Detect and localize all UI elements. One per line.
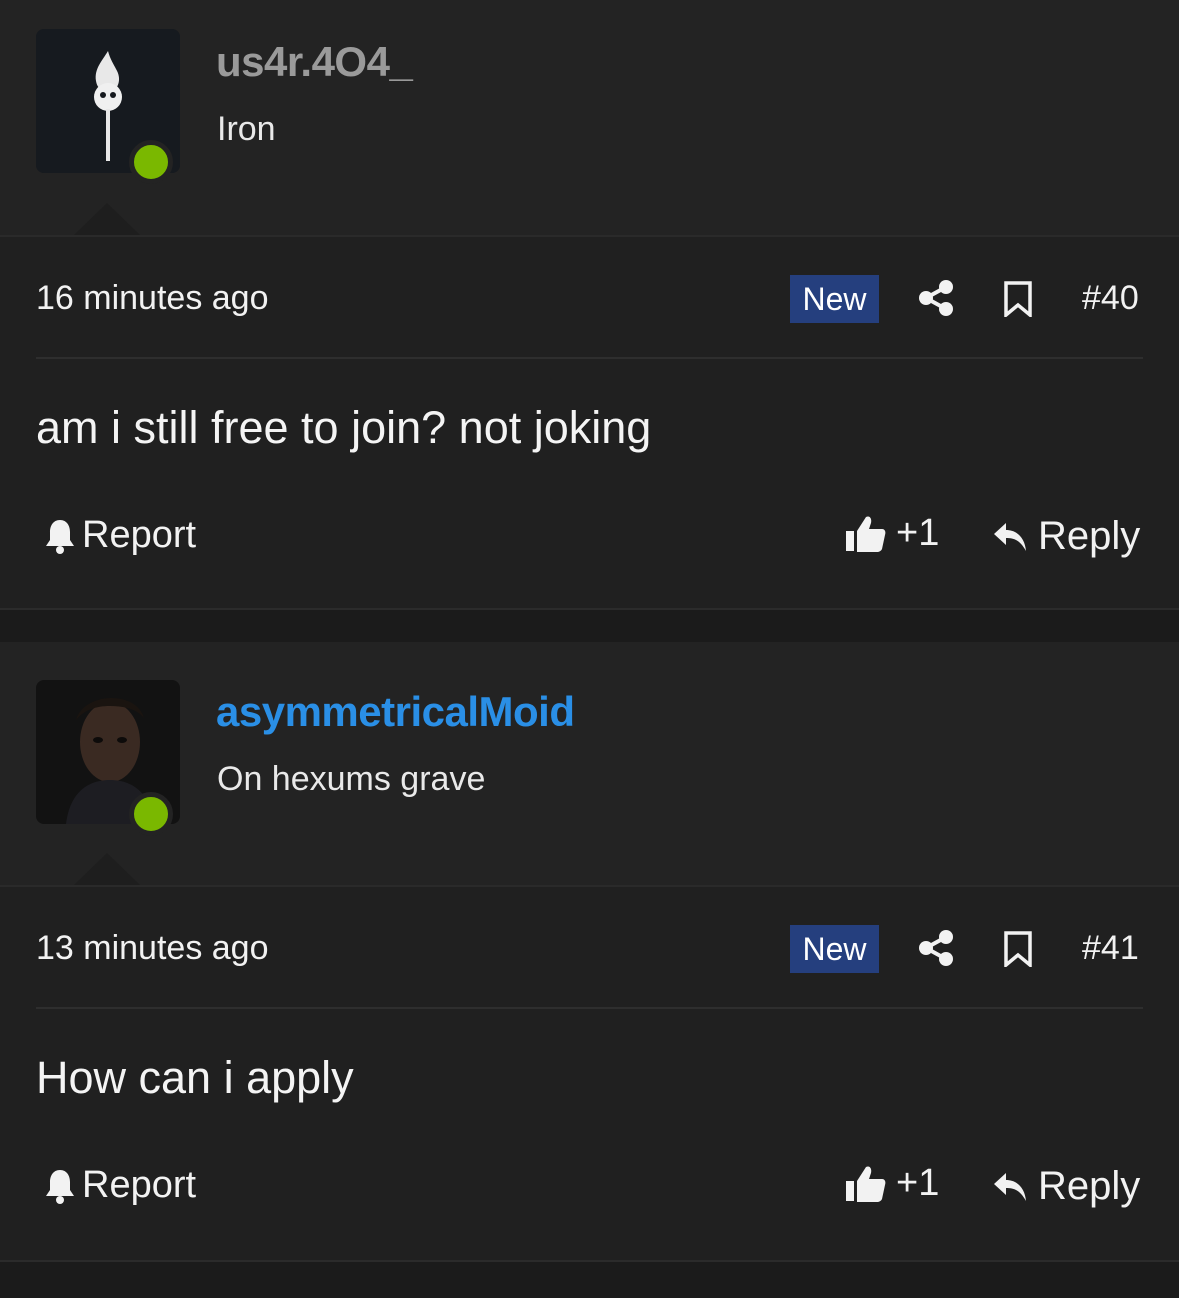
reply-arrow-icon (994, 522, 1026, 551)
share-icon[interactable] (918, 279, 954, 317)
post-41: asymmetricalMoid On hexums grave 13 minu… (0, 642, 1179, 1262)
like-count: +1 (896, 1162, 940, 1204)
post-number-link[interactable]: #40 (1082, 279, 1139, 318)
report-button[interactable]: Report (44, 1164, 196, 1207)
bookmark-icon[interactable] (1002, 281, 1034, 317)
post-actions: Report +1 Reply (36, 512, 1143, 562)
post-timestamp[interactable]: 13 minutes ago (36, 929, 269, 968)
post-meta: 13 minutes ago New #41 (36, 925, 1143, 1009)
bell-icon (46, 519, 74, 554)
like-count: +1 (896, 512, 940, 554)
report-button[interactable]: Report (44, 514, 196, 557)
username[interactable]: asymmetricalMoid (216, 688, 575, 736)
post-message: am i still free to join? not joking (36, 402, 652, 453)
reply-label: Reply (1038, 1164, 1141, 1208)
post-body: 13 minutes ago New #41 How can i apply R… (0, 885, 1179, 1262)
post-timestamp[interactable]: 16 minutes ago (36, 279, 269, 318)
post-header: asymmetricalMoid On hexums grave (0, 642, 1179, 885)
reply-label: Reply (1038, 514, 1141, 558)
post-header: us4r.4O4_ Iron (0, 0, 1179, 235)
user-rank: On hexums grave (217, 760, 486, 798)
like-button[interactable]: +1 (844, 1162, 939, 1205)
report-label: Report (82, 514, 197, 556)
post-separator (0, 608, 1179, 642)
post-actions: Report +1 Reply (36, 1162, 1143, 1212)
reply-arrow-icon (994, 1172, 1026, 1201)
speech-pointer (74, 853, 140, 885)
online-status-indicator (129, 140, 173, 184)
thumbs-up-icon (846, 515, 886, 552)
post-40: us4r.4O4_ Iron 16 minutes ago New #40 am… (0, 0, 1179, 610)
post-message: How can i apply (36, 1052, 354, 1103)
like-button[interactable]: +1 (844, 512, 939, 555)
share-icon[interactable] (918, 929, 954, 967)
thumbs-up-icon (846, 1165, 886, 1202)
post-separator (0, 1260, 1179, 1298)
reply-button[interactable]: Reply (992, 1164, 1140, 1209)
post-meta: 16 minutes ago New #40 (36, 275, 1143, 359)
user-rank: Iron (217, 110, 276, 148)
bell-icon (46, 1169, 74, 1204)
bookmark-icon[interactable] (1002, 931, 1034, 967)
username[interactable]: us4r.4O4_ (216, 38, 413, 86)
report-label: Report (82, 1164, 197, 1206)
new-badge: New (790, 275, 879, 323)
speech-pointer (74, 203, 140, 235)
post-body: 16 minutes ago New #40 am i still free t… (0, 235, 1179, 610)
new-badge: New (790, 925, 879, 973)
reply-button[interactable]: Reply (992, 514, 1140, 559)
online-status-indicator (129, 792, 173, 836)
post-number-link[interactable]: #41 (1082, 929, 1139, 968)
